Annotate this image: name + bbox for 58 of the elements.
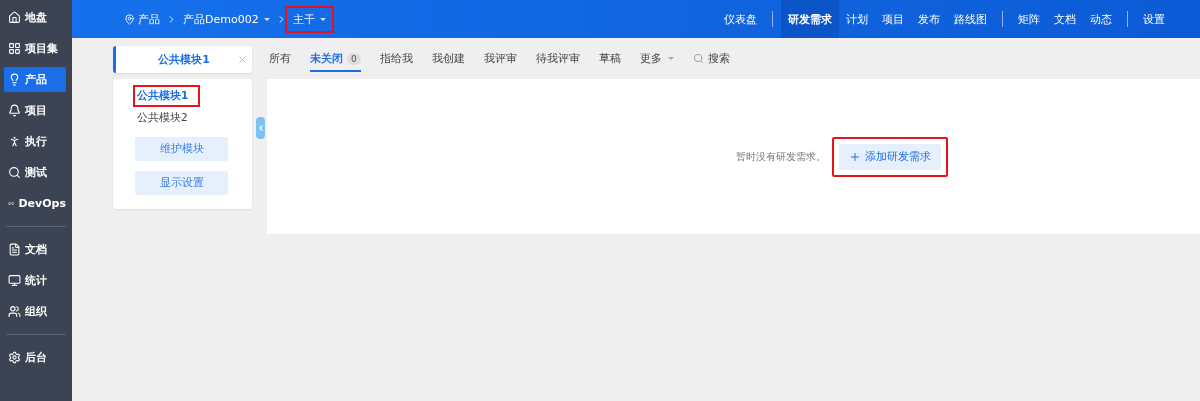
users-icon [8,305,21,318]
caret-icon [319,17,326,21]
module-item[interactable]: 公共模块2 [135,109,198,127]
sidebar-item[interactable]: 文档 [4,237,66,262]
sidebar-item[interactable]: 项目 [4,98,66,123]
more-dropdown[interactable]: 更多 [639,47,674,72]
document-icon [8,243,21,256]
nav-tab[interactable]: 发布 [911,0,947,38]
nav-tab[interactable]: 项目 [875,0,911,38]
search-button[interactable]: 搜索 [692,47,730,72]
sidebar-item[interactable]: 项目集 [4,36,66,61]
grid-icon [8,42,21,55]
module-button[interactable]: 维护模块 [135,137,228,161]
count-badge: 0 [347,52,361,65]
nav-tab[interactable]: 路线图 [947,0,994,38]
filter-tab[interactable]: 待我评审 [535,47,580,72]
pin-icon [124,13,135,25]
nav-tab[interactable]: 动态 [1083,0,1119,38]
module-tab[interactable]: 公共模块1 [113,46,252,73]
sidebar-item[interactable]: 测试 [4,160,66,185]
sidebar-item[interactable]: 产品 [4,67,66,92]
sidebar-item[interactable]: 统计 [4,268,66,293]
lightbulb-icon [8,73,21,86]
breadcrumb-item[interactable]: 产品Demo002 [177,7,276,31]
nav-tab[interactable]: 设置 [1136,0,1172,38]
close-icon[interactable] [237,54,248,65]
nav-tab[interactable]: 研发需求 [781,0,839,38]
collapse-handle[interactable] [256,117,265,139]
caret-icon [667,57,674,60]
breadcrumb-item[interactable]: 主干 [286,7,332,31]
sidebar-item[interactable]: 执行 [4,129,66,154]
bell-icon [8,104,21,117]
module-item[interactable]: 公共模块1 [135,87,199,105]
filter-tab[interactable]: 我创建 [431,47,465,72]
filter-tab[interactable]: 草稿 [598,47,621,72]
sidebar-item[interactable]: 后台 [4,345,66,370]
breadcrumb-item[interactable]: 产品 [118,7,166,31]
search-icon [8,166,21,179]
filter-tab[interactable]: 未关闭 0 [310,47,361,72]
sidebar-item[interactable]: 地盘 [4,5,66,30]
sidebar-item[interactable]: 组织 [4,299,66,324]
house-icon [8,11,21,24]
search-icon [692,53,704,64]
filter-tab[interactable]: 所有 [269,47,291,72]
module-button[interactable]: 显示设置 [135,171,228,195]
filter-tab[interactable]: 指给我 [379,47,413,72]
caret-icon [263,17,270,21]
nav-tab[interactable]: 仪表盘 [717,0,764,38]
sidebar-item[interactable]: DevOps [4,191,66,216]
add-button[interactable]: 添加研发需求 [839,143,941,170]
plus-icon [849,150,861,163]
nav-tab[interactable]: 计划 [839,0,875,38]
settings-icon [8,351,21,364]
monitor-icon [8,274,21,287]
nav-tab[interactable]: 矩阵 [1011,0,1047,38]
empty-message: 暂时没有研发需求。 [736,149,826,164]
nav-tab[interactable]: 文档 [1047,0,1083,38]
filter-tab[interactable]: 我评审 [483,47,517,72]
